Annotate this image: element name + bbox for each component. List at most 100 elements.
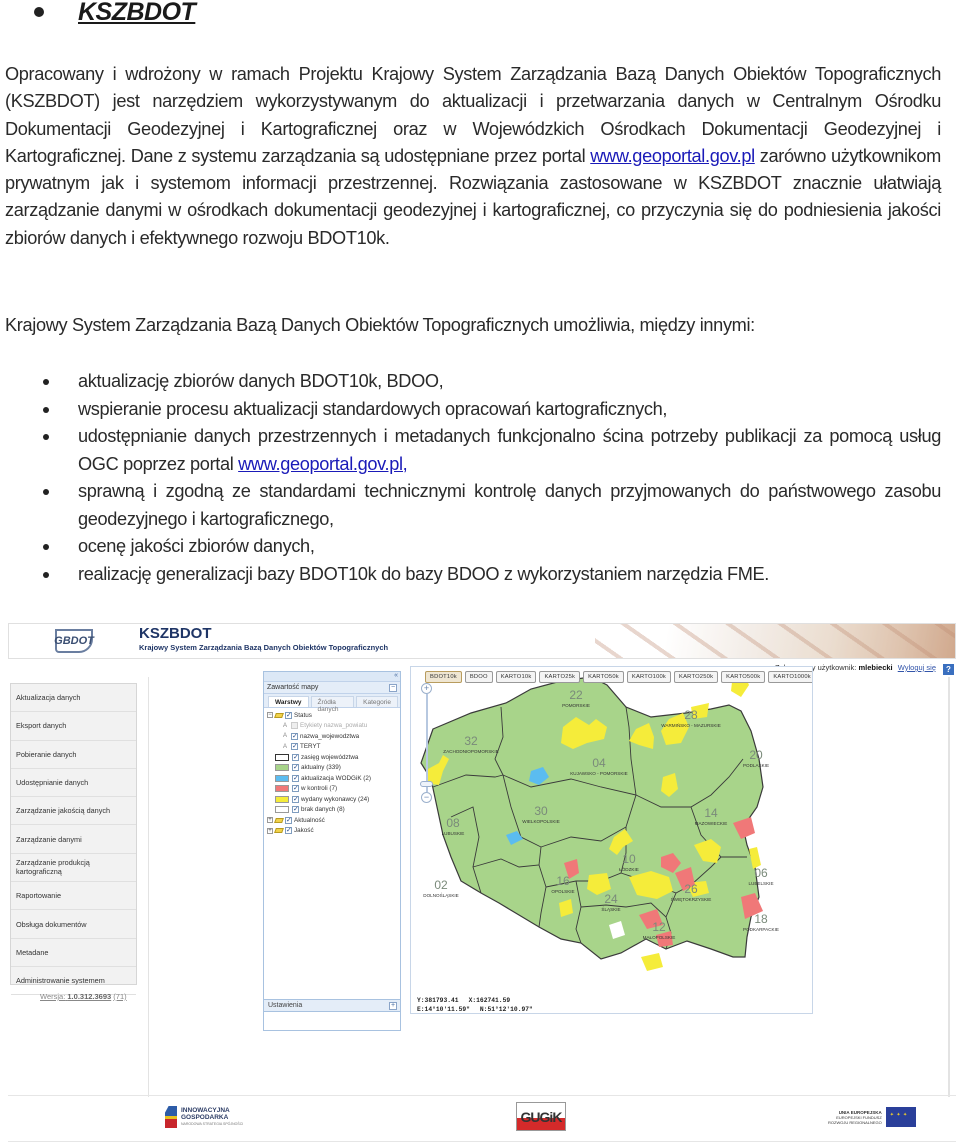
patch-issued — [641, 953, 663, 971]
layer-checkbox[interactable]: ✓ — [291, 743, 298, 751]
expand-tree-icon[interactable]: + — [267, 817, 273, 824]
map-tab-karto250k[interactable]: KARTO250k — [674, 671, 719, 683]
map-view[interactable]: 32 ZACHODNIOPOMORSKIE 22 POMORSKIE 28 WARMIŃS… — [410, 666, 813, 1014]
layer-tree: − ✓ Status A ✓ Etykiety nazwa_powiatu A … — [264, 708, 400, 838]
region-code-label: 08 — [446, 816, 460, 830]
legend-item: ✓ wydany wykonawcy (24) — [267, 794, 397, 805]
region-code-label: 02 — [434, 878, 448, 892]
heading-title: KSZBDOT — [78, 0, 196, 26]
layer-checkbox[interactable]: ✓ — [285, 711, 292, 719]
map-tab-karto25k[interactable]: KARTO25k — [539, 671, 581, 683]
expand-icon[interactable]: + — [389, 1002, 397, 1010]
tab-zrodla-danych[interactable]: Źródła danych — [310, 696, 355, 713]
nav-item-zarzadzanie-danymi[interactable]: Zarządzanie danymi — [11, 825, 136, 854]
layer-checkbox[interactable]: ✓ — [291, 732, 298, 740]
map-tab-karto1000k[interactable]: KARTO1000k — [768, 671, 812, 683]
region-name-label: OPOLSKIE — [551, 889, 574, 894]
map-tab-karto10k[interactable]: KARTO10k — [495, 671, 537, 683]
list-item-text: sprawną i zgodną ze standardami technicz… — [78, 481, 941, 529]
layer-checkbox[interactable]: ✓ — [285, 816, 292, 824]
map-tab-karto50k[interactable]: KARTO50k — [583, 671, 624, 683]
label-layer-icon: A — [282, 743, 287, 750]
expand-tree-icon[interactable]: + — [267, 827, 273, 834]
region-code-label: 16 — [556, 874, 570, 888]
settings-bar[interactable]: Ustawienia + — [263, 999, 401, 1012]
map-tab-karto100k[interactable]: KARTO100k — [626, 671, 672, 683]
layer-checkbox[interactable]: ✓ — [291, 722, 298, 730]
nav-item-udostepnianie[interactable]: Udostępnianie danych — [11, 769, 136, 798]
nav-item-jakosc[interactable]: Zarządzanie jakością danych — [11, 797, 136, 826]
layer-checkbox[interactable]: ✓ — [285, 827, 292, 835]
layer-checkbox[interactable]: ✓ — [292, 785, 299, 793]
region-code-label: 32 — [464, 734, 478, 748]
version-extra-link[interactable]: (71) — [113, 992, 126, 1001]
layer-checkbox[interactable]: ✓ — [292, 806, 299, 814]
layer-label: TERYT — [300, 743, 321, 751]
label-layer-icon: A — [282, 733, 287, 740]
nav-item-produkcja[interactable]: Zarządzanie produkcją kartograficzną — [11, 854, 136, 883]
settings-label: Ustawienia — [268, 1002, 303, 1009]
geoportal-link[interactable]: www.geoportal.gov.pl — [590, 146, 755, 166]
panel-collapse-bar: « — [264, 672, 400, 682]
region-code-label: 10 — [622, 852, 636, 866]
list-item: wspieranie procesu aktualizacji standard… — [40, 396, 941, 424]
legend-label: wydany wykonawcy (24) — [301, 795, 370, 803]
divider — [948, 677, 950, 1097]
tab-warstwy[interactable]: Warstwy — [268, 696, 309, 707]
map-tab-karto500k[interactable]: KARTO500k — [721, 671, 766, 683]
layer-item: A ✓ Etykiety nazwa_powiatu — [267, 721, 397, 732]
region-name-label: MAŁOPOLSKIE — [643, 935, 676, 940]
eu-logo: UNIA EUROPEJSKA EUROPEJSKI FUNDUSZ ROZWOJU… — [828, 1107, 916, 1127]
minimize-icon[interactable]: − — [389, 684, 397, 692]
layer-item: A ✓ TERYT — [267, 742, 397, 753]
collapse-icon[interactable]: « — [394, 672, 398, 679]
region-name-label: ZACHODNIOPOMORSKIE — [443, 749, 498, 754]
region-code-label: 30 — [534, 804, 548, 818]
gugik-logo: GUGiK — [516, 1102, 566, 1131]
zoom-slider-handle[interactable] — [420, 781, 433, 787]
layer-checkbox[interactable]: ✓ — [292, 795, 299, 803]
region-code-label: 12 — [652, 920, 666, 934]
nav-item-eksport[interactable]: Eksport danych — [11, 712, 136, 741]
nav-item-raportowanie[interactable]: Raportowanie — [11, 882, 136, 911]
nav-item-aktualizacja[interactable]: Aktualizacja danych — [11, 684, 136, 713]
region-name-label: ŁÓDZKIE — [619, 866, 639, 872]
region-code-label: 04 — [592, 756, 606, 770]
region-code-label: 26 — [684, 882, 698, 896]
nav-item-dokumenty[interactable]: Obsługa dokumentów — [11, 910, 136, 939]
eu-flag-icon — [885, 1107, 916, 1127]
list-item: ocenę jakości zbiorów danych, — [40, 533, 941, 561]
region-name-label: DOLNOŚLĄSKIE — [423, 891, 459, 898]
nav-item-pobieranie[interactable]: Pobieranie danych — [11, 741, 136, 769]
section-heading: KSZBDOT — [34, 0, 196, 28]
kszbdot-app-screenshot: GBDOT KSZBDOT Krajowy System Zarządzania… — [8, 623, 956, 1142]
header-map-decoration — [595, 624, 955, 658]
help-icon[interactable]: ? — [943, 664, 954, 675]
map-tab-bdot10k[interactable]: BDOT10k — [425, 671, 462, 683]
eu-line3: ROZWOJU REGIONALNEGO — [828, 1119, 882, 1125]
zoom-in-button[interactable]: + — [421, 683, 432, 694]
nav-item-metadane[interactable]: Metadane — [11, 939, 136, 967]
poland-map[interactable]: 32ZACHODNIOPOMORSKIE 22POMORSKIE 28WARMIŃS… — [411, 667, 813, 1014]
collapse-tree-icon[interactable]: − — [267, 712, 273, 719]
legend-item: ✓ w kontroli (7) — [267, 784, 397, 795]
list-item-text: udostępnianie danych przestrzennych i me… — [78, 426, 941, 474]
layer-checkbox[interactable]: ✓ — [292, 774, 299, 782]
app-header: GBDOT KSZBDOT Krajowy System Zarządzania… — [8, 623, 956, 659]
logout-link[interactable]: Wyloguj się — [898, 663, 936, 672]
ig-mark-icon — [165, 1106, 177, 1128]
layer-checkbox[interactable]: ✓ — [292, 764, 299, 772]
outline-swatch-icon — [275, 753, 289, 761]
layer-label: zasięg województwa — [301, 753, 359, 761]
tab-kategorie[interactable]: Kategorie — [356, 696, 398, 707]
layer-checkbox[interactable]: ✓ — [292, 753, 299, 761]
geoportal-link[interactable]: www.geoportal.gov.pl, — [238, 454, 408, 474]
capabilities-intro: Krajowy System Zarządzania Bazą Danych O… — [5, 315, 755, 335]
map-tab-bdoo[interactable]: BDOO — [464, 671, 493, 683]
region-code-label: 22 — [569, 688, 583, 702]
region-code-label: 24 — [604, 892, 618, 906]
version-link[interactable]: Wersja: 1.0.312.3693 — [40, 992, 111, 1001]
zoom-slider-rail[interactable] — [426, 694, 428, 792]
zoom-out-button[interactable]: − — [421, 792, 432, 803]
gbdot-logo: GBDOT — [54, 629, 94, 653]
